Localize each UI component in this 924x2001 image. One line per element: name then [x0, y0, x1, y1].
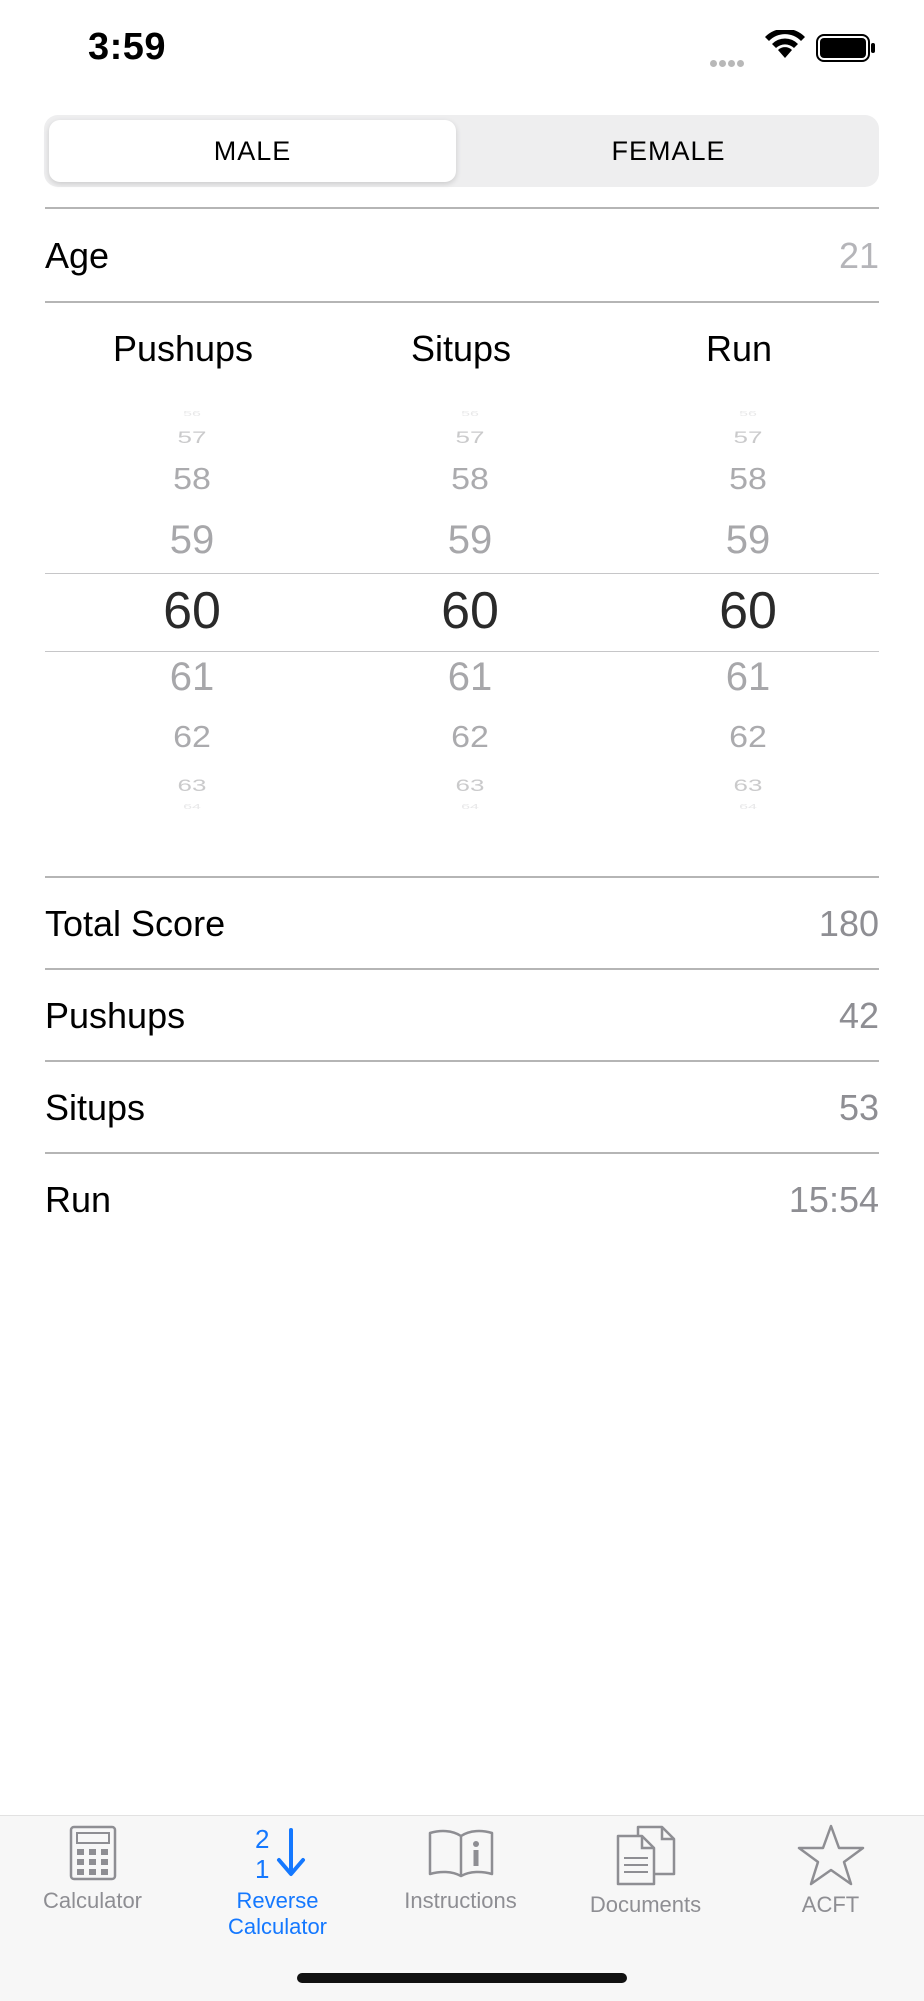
status-time: 3:59 [88, 26, 167, 68]
divider [45, 1060, 879, 1062]
picker-value[interactable]: 57 [82, 427, 302, 447]
picker-value[interactable]: 63 [638, 775, 858, 795]
divider [45, 876, 879, 878]
picker-selected-value[interactable]: 60 [360, 581, 580, 641]
reverse-icon-digit-bottom: 1 [255, 1854, 269, 1882]
female-segment[interactable]: FEMALE [465, 120, 872, 182]
total-score-label: Total Score [45, 903, 226, 944]
picker-value[interactable]: 64 [638, 803, 858, 811]
tab-calculator[interactable]: Calculator [0, 1824, 185, 1914]
calculator-icon [69, 1825, 116, 1881]
tab-documents-label: Documents [589, 1892, 702, 1917]
divider [45, 1152, 879, 1154]
cellular-signal-icon [710, 54, 746, 72]
tab-reverse-calculator-label: Reverse Calculator [227, 1888, 328, 1939]
picker-value[interactable]: 61 [638, 655, 858, 700]
picker-value[interactable]: 62 [82, 720, 302, 755]
tab-acft[interactable]: ACFT [738, 1824, 923, 1918]
picker-value[interactable]: 62 [360, 720, 580, 755]
battery-icon [816, 34, 876, 67]
picker-value[interactable]: 63 [360, 775, 580, 795]
picker-value[interactable]: 58 [638, 462, 858, 497]
picker-value[interactable]: 62 [638, 720, 858, 755]
tab-calculator-label: Calculator [42, 1888, 143, 1913]
pushups-result-value: 42 [838, 995, 879, 1036]
picker-value[interactable]: 63 [82, 775, 302, 795]
situps-result-value: 53 [838, 1087, 879, 1128]
picker-value[interactable]: 57 [360, 427, 580, 447]
run-result-value: 15:54 [788, 1179, 879, 1220]
picker-value[interactable]: 58 [360, 462, 580, 497]
picker-value[interactable]: 56 [360, 410, 580, 418]
run-result-label: Run [45, 1179, 112, 1220]
picker-value[interactable]: 59 [82, 518, 302, 563]
tab-reverse-calculator[interactable]: 2 1 Reverse Calculator [185, 1824, 370, 1940]
age-label: Age [45, 235, 110, 276]
age-value[interactable]: 21 [839, 235, 879, 277]
picker-value[interactable]: 57 [638, 427, 858, 447]
male-segment[interactable]: MALE [49, 120, 456, 182]
pushups-result-label: Pushups [45, 995, 186, 1036]
star-icon [797, 1824, 864, 1886]
run-picker-wheel[interactable]: 56 57 58 59 60 61 62 63 64 [638, 400, 858, 820]
divider [45, 207, 879, 209]
pushups-picker-wheel[interactable]: 56 57 58 59 60 61 62 63 64 [82, 400, 302, 820]
picker-value[interactable]: 64 [82, 803, 302, 811]
reverse-sort-icon: 2 1 [255, 1824, 305, 1882]
situps-result-label: Situps [45, 1087, 146, 1128]
picker-selected-value[interactable]: 60 [638, 581, 858, 641]
tab-instructions[interactable]: Instructions [368, 1824, 553, 1914]
picker-value[interactable]: 58 [82, 462, 302, 497]
picker-value[interactable]: 61 [82, 655, 302, 700]
book-info-icon [428, 1829, 493, 1878]
divider [45, 968, 879, 970]
documents-icon [616, 1825, 675, 1886]
tab-instructions-label: Instructions [404, 1888, 517, 1913]
home-indicator[interactable] [297, 1973, 627, 1983]
picker-value[interactable]: 56 [82, 410, 302, 418]
picker-value[interactable]: 59 [638, 518, 858, 563]
picker-value[interactable]: 59 [360, 518, 580, 563]
wifi-icon [764, 28, 806, 65]
picker-header-pushups: Pushups [112, 328, 254, 369]
picker-selected-value[interactable]: 60 [82, 581, 302, 641]
tab-documents[interactable]: Documents [553, 1824, 738, 1918]
picker-header-run: Run [705, 328, 773, 369]
picker-value[interactable]: 64 [360, 803, 580, 811]
picker-header-situps: Situps [410, 328, 512, 369]
total-score-value: 180 [818, 903, 879, 944]
situps-picker-wheel[interactable]: 56 57 58 59 60 61 62 63 64 [360, 400, 580, 820]
divider [45, 301, 879, 303]
reverse-icon-digit-top: 2 [255, 1824, 269, 1854]
tab-acft-label: ACFT [801, 1892, 860, 1917]
picker-value[interactable]: 61 [360, 655, 580, 700]
gender-segmented-control: MALE FEMALE [44, 115, 879, 187]
picker-value[interactable]: 56 [638, 410, 858, 418]
